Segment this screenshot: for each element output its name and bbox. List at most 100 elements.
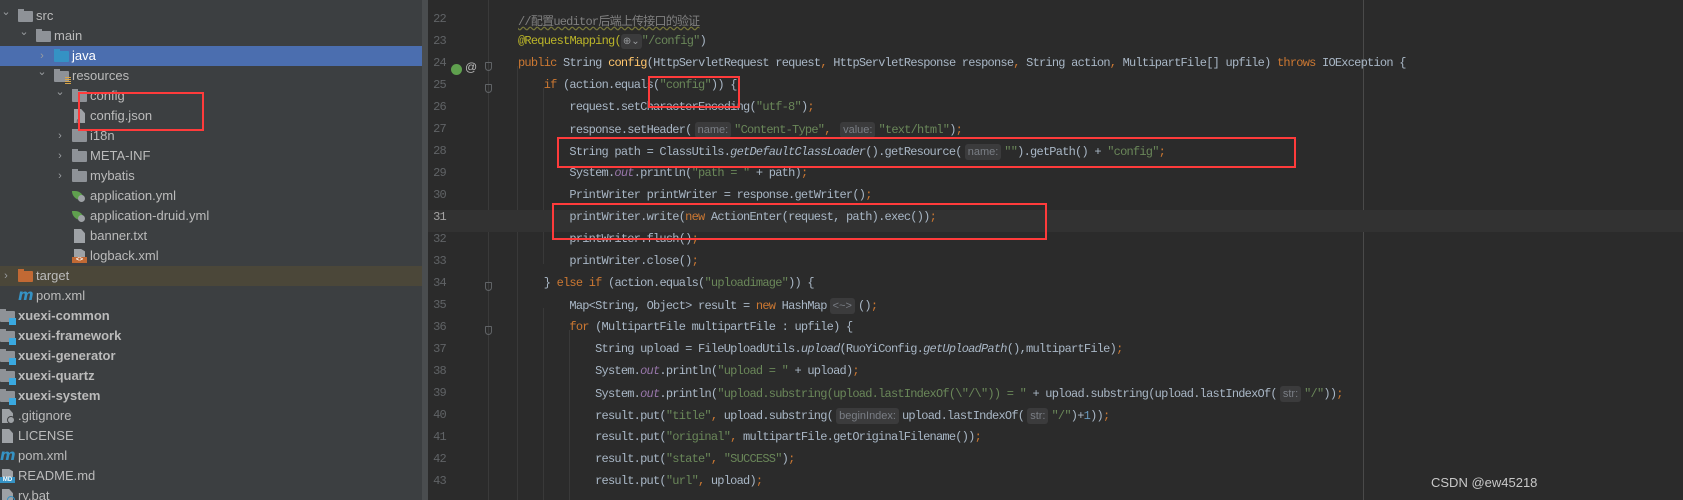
tree-item[interactable]: xuexi-quartz — [0, 366, 422, 386]
code-line[interactable]: 38 System.out.println("upload = " + uploa… — [428, 364, 1683, 386]
tree-item[interactable]: .gitignore — [0, 406, 422, 426]
line-number[interactable]: 41 — [428, 430, 447, 444]
tree-item[interactable]: <> logback.xml — [0, 246, 422, 266]
web-endpoint-icon[interactable]: ⊕⌄ — [620, 34, 642, 49]
code-line[interactable]: 23 @RequestMapping(⊕⌄ "/config") — [428, 34, 1683, 56]
code-token: upload.substring( — [723, 409, 834, 423]
tree-item[interactable]: m pom.xml — [0, 286, 422, 306]
tree-item[interactable]: xuexi-framework — [0, 326, 422, 346]
code-line[interactable]: 33 printWriter.close(); — [428, 254, 1683, 276]
tree-item-label: pom.xml — [18, 448, 68, 463]
chevron-down-icon[interactable]: ⌄ — [0, 2, 12, 22]
code-token: else if — [556, 276, 609, 290]
line-number[interactable]: 32 — [428, 232, 447, 246]
code-token: )+ — [1070, 409, 1085, 423]
code-line[interactable]: 21 — [428, 0, 1683, 12]
code-line[interactable]: 29 System.out.println("path = " + path); — [428, 166, 1683, 188]
line-number[interactable]: 33 — [428, 254, 447, 268]
tree-item[interactable]: xuexi-common — [0, 306, 422, 326]
code-token: ; — [800, 166, 808, 180]
line-number[interactable]: 22 — [428, 12, 447, 26]
line-number[interactable]: 29 — [428, 166, 447, 180]
line-number[interactable]: 31 — [428, 210, 447, 224]
tree-item[interactable]: › META-INF — [0, 146, 422, 166]
tree-item-label: src — [36, 8, 54, 23]
code-line[interactable]: 22 //配置ueditor后端上传接口的验证 — [428, 12, 1683, 34]
line-number[interactable]: 37 — [428, 342, 447, 356]
tree-item[interactable]: ry.bat — [0, 486, 422, 500]
code-line[interactable]: 24 @ public String config(HttpServletReque… — [428, 56, 1683, 78]
tree-item[interactable]: ⌄ config — [0, 86, 422, 106]
tree-item[interactable]: m pom.xml — [0, 446, 422, 466]
line-number[interactable]: 36 — [428, 320, 447, 334]
line-number[interactable]: 24 — [428, 56, 447, 70]
tree-item[interactable]: xuexi-system — [0, 386, 422, 406]
tree-item[interactable]: application-druid.yml — [0, 206, 422, 226]
line-number[interactable]: 43 — [428, 474, 447, 488]
chevron-right-icon[interactable]: › — [0, 266, 12, 286]
tree-item[interactable]: › target — [0, 266, 422, 286]
code-line[interactable]: 37 String upload = FileUploadUtils.upload… — [428, 342, 1683, 364]
code-text: System.out.println("upload = " + upload)… — [595, 364, 860, 378]
inlay-hint: <~> — [829, 298, 855, 314]
fold-marker-icon[interactable] — [485, 282, 492, 291]
line-number[interactable]: 34 — [428, 276, 447, 290]
code-line[interactable]: 41 result.put("original", multipartFile.g… — [428, 430, 1683, 452]
code-line[interactable]: 34} else if (action.equals("uploadimage"… — [428, 276, 1683, 298]
tree-item[interactable]: LICENSE — [0, 426, 422, 446]
chevron-right-icon[interactable]: › — [54, 166, 66, 186]
chevron-right-icon[interactable]: › — [54, 146, 66, 166]
chevron-down-icon[interactable]: ⌄ — [54, 82, 66, 102]
code-line[interactable]: 40 result.put("title", upload.substring(b… — [428, 408, 1683, 430]
tree-item[interactable]: › java — [0, 46, 422, 66]
line-number[interactable]: 40 — [428, 408, 447, 422]
code-editor[interactable]: 21 22 //配置ueditor后端上传接口的验证 23 @RequestMappin… — [428, 0, 1683, 496]
code-token: ) — [699, 34, 707, 48]
code-token: public — [518, 56, 564, 70]
tree-item[interactable]: MD README.md — [0, 466, 422, 486]
tree-item[interactable]: application.yml — [0, 186, 422, 206]
line-number[interactable]: 30 — [428, 188, 447, 202]
code-token: ; — [1102, 409, 1110, 423]
code-token: System. — [595, 364, 641, 378]
code-text: Map<String, Object> result = new HashMap… — [569, 298, 878, 314]
code-token: result.put( — [595, 474, 667, 488]
tree-item[interactable]: › i18n — [0, 126, 422, 146]
line-number[interactable]: 21 — [428, 0, 447, 4]
tree-item[interactable]: {} config.json — [0, 106, 422, 127]
fold-marker-icon[interactable] — [485, 62, 492, 71]
code-line[interactable]: 35 Map<String, Object> result = new HashM… — [428, 298, 1683, 320]
code-text: System.out.println("path = " + path); — [569, 166, 808, 180]
inlay-hint: beginIndex: — [836, 408, 899, 424]
line-number[interactable]: 25 — [428, 78, 447, 92]
code-token: , — [698, 474, 711, 488]
code-line[interactable]: 26 request.setCharacterEncoding("utf-8"); — [428, 100, 1683, 122]
chevron-right-icon[interactable]: › — [54, 126, 66, 146]
line-number[interactable]: 35 — [428, 298, 447, 312]
source-folder-icon — [54, 49, 69, 63]
tree-item[interactable]: ⌄ main — [0, 26, 422, 46]
chevron-down-icon[interactable]: ⌄ — [36, 62, 48, 82]
line-number[interactable]: 38 — [428, 364, 447, 378]
at-icon[interactable]: @ — [465, 56, 477, 78]
chevron-down-icon[interactable]: ⌄ — [18, 22, 30, 42]
line-number[interactable]: 23 — [428, 34, 447, 48]
inlay-hint: value: — [840, 122, 876, 138]
tree-item[interactable]: › mybatis — [0, 166, 422, 186]
code-line[interactable]: 39 System.out.println("upload.substring(u… — [428, 386, 1683, 408]
fold-marker-icon[interactable] — [485, 326, 492, 335]
line-number[interactable]: 42 — [428, 452, 447, 466]
code-line[interactable]: 36 for (MultipartFile multipartFile : upf… — [428, 320, 1683, 342]
tree-item[interactable]: ⌄ src — [0, 6, 422, 26]
line-number[interactable]: 26 — [428, 100, 447, 114]
tree-item[interactable]: xuexi-generator — [0, 346, 422, 366]
code-line[interactable]: 25 if (action.equals("config")) { — [428, 78, 1683, 100]
code-token: System. — [569, 166, 615, 180]
line-number[interactable]: 27 — [428, 122, 447, 136]
line-number[interactable]: 39 — [428, 386, 447, 400]
line-number[interactable]: 28 — [428, 144, 447, 158]
code-line[interactable]: 42 result.put("state", "SUCCESS"); — [428, 452, 1683, 474]
code-text: String upload = FileUploadUtils.upload(R… — [595, 342, 1123, 356]
tree-item[interactable]: banner.txt — [0, 226, 422, 246]
fold-marker-icon[interactable] — [485, 84, 492, 93]
